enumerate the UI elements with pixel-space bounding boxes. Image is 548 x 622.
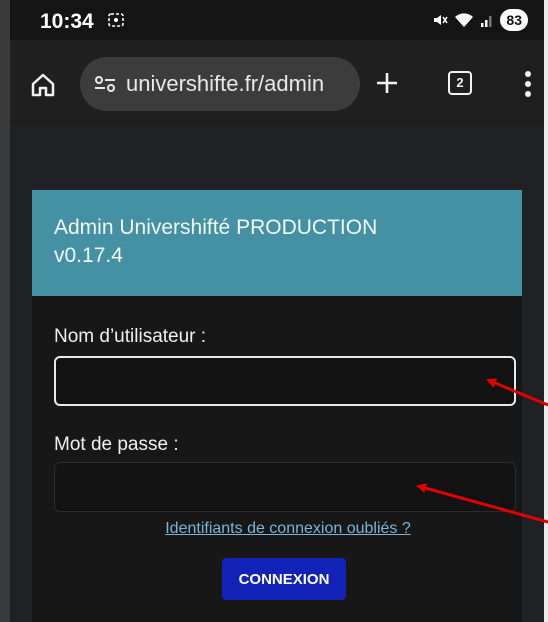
right-border (544, 0, 548, 622)
left-border (0, 0, 10, 622)
username-label: Nom d’utilisateur : (54, 326, 207, 347)
screenshot-icon (108, 13, 124, 27)
status-time: 10:34 (40, 10, 94, 33)
site-settings-icon[interactable] (94, 75, 116, 93)
login-button[interactable]: CONNEXION (222, 558, 346, 600)
new-tab-icon[interactable] (374, 70, 400, 96)
forgot-credentials-link[interactable]: Identifiants de connexion oubliés ? (130, 520, 446, 538)
mute-icon (434, 15, 449, 25)
signal-icon (481, 16, 492, 27)
version-label: v0.17.4 (54, 244, 123, 267)
status-icons: 83 (432, 6, 528, 34)
wifi-icon (455, 13, 474, 27)
tabs-icon[interactable]: 2 (448, 71, 472, 95)
username-input[interactable] (54, 356, 516, 406)
password-input[interactable] (54, 462, 516, 512)
card-title: Admin Univershifté PRODUCTION (54, 216, 378, 239)
phone-screen: 10:34 83 univershifte.fr/admin 2 Admin U… (0, 0, 548, 622)
address-bar[interactable]: univershifte.fr/admin (80, 57, 360, 111)
home-icon[interactable] (30, 72, 56, 98)
url-text[interactable]: univershifte.fr/admin (126, 71, 324, 97)
status-bar: 10:34 83 (10, 0, 544, 40)
battery-icon: 83 (500, 9, 528, 31)
login-card: Admin Univershifté PRODUCTION v0.17.4 No… (32, 190, 522, 622)
menu-icon[interactable] (524, 70, 532, 98)
password-label: Mot de passe : (54, 434, 179, 455)
page-content: Admin Univershifté PRODUCTION v0.17.4 No… (10, 126, 544, 622)
browser-toolbar: univershifte.fr/admin 2 (10, 40, 544, 126)
card-header: Admin Univershifté PRODUCTION v0.17.4 (32, 190, 522, 296)
